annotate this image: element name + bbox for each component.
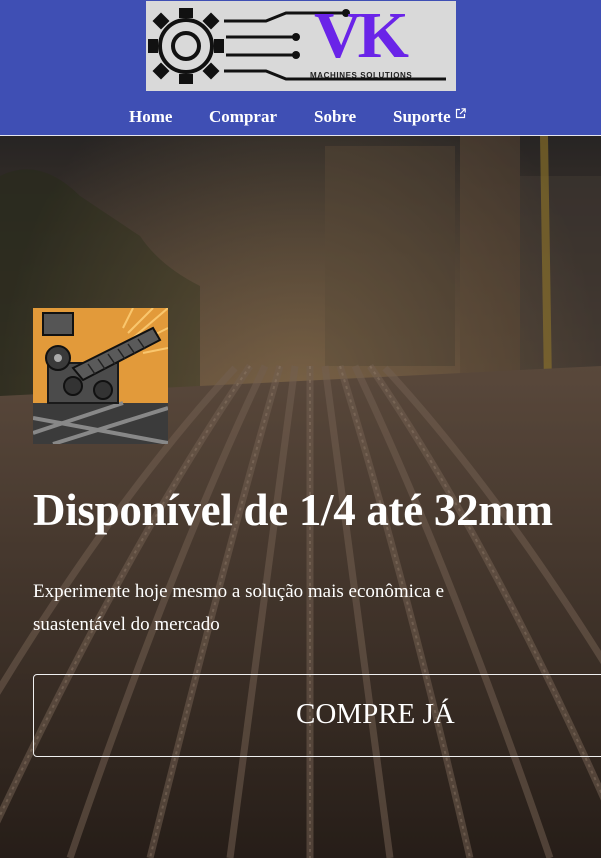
nav-comprar[interactable]: Comprar xyxy=(209,107,277,127)
hero-subtitle: Experimente hoje mesmo a solução mais ec… xyxy=(33,581,444,635)
buy-now-label: COMPRE JÁ xyxy=(296,698,455,730)
hero-title: Disponível de 1/4 até 32mm xyxy=(33,485,553,535)
nav-home[interactable]: Home xyxy=(129,107,172,127)
machine-illustration xyxy=(33,308,168,444)
hero-machine-image xyxy=(33,308,168,444)
nav-suporte[interactable]: Suporte xyxy=(393,107,466,127)
logo-tagline: MACHINES SOLUTIONS xyxy=(310,71,413,80)
site-header: VK MACHINES SOLUTIONS Home Comprar Sobre… xyxy=(0,0,601,135)
hero-section: Disponível de 1/4 até 32mm Experimente h… xyxy=(0,136,601,858)
nav-sobre[interactable]: Sobre xyxy=(314,107,356,127)
logo-brand: VK xyxy=(314,1,409,72)
logo[interactable]: VK MACHINES SOLUTIONS xyxy=(146,1,456,91)
external-link-icon xyxy=(455,108,466,119)
main-nav: Home Comprar Sobre Suporte xyxy=(0,107,601,131)
nav-suporte-label: Suporte xyxy=(393,107,451,126)
buy-now-button[interactable]: COMPRE JÁ xyxy=(33,674,601,757)
